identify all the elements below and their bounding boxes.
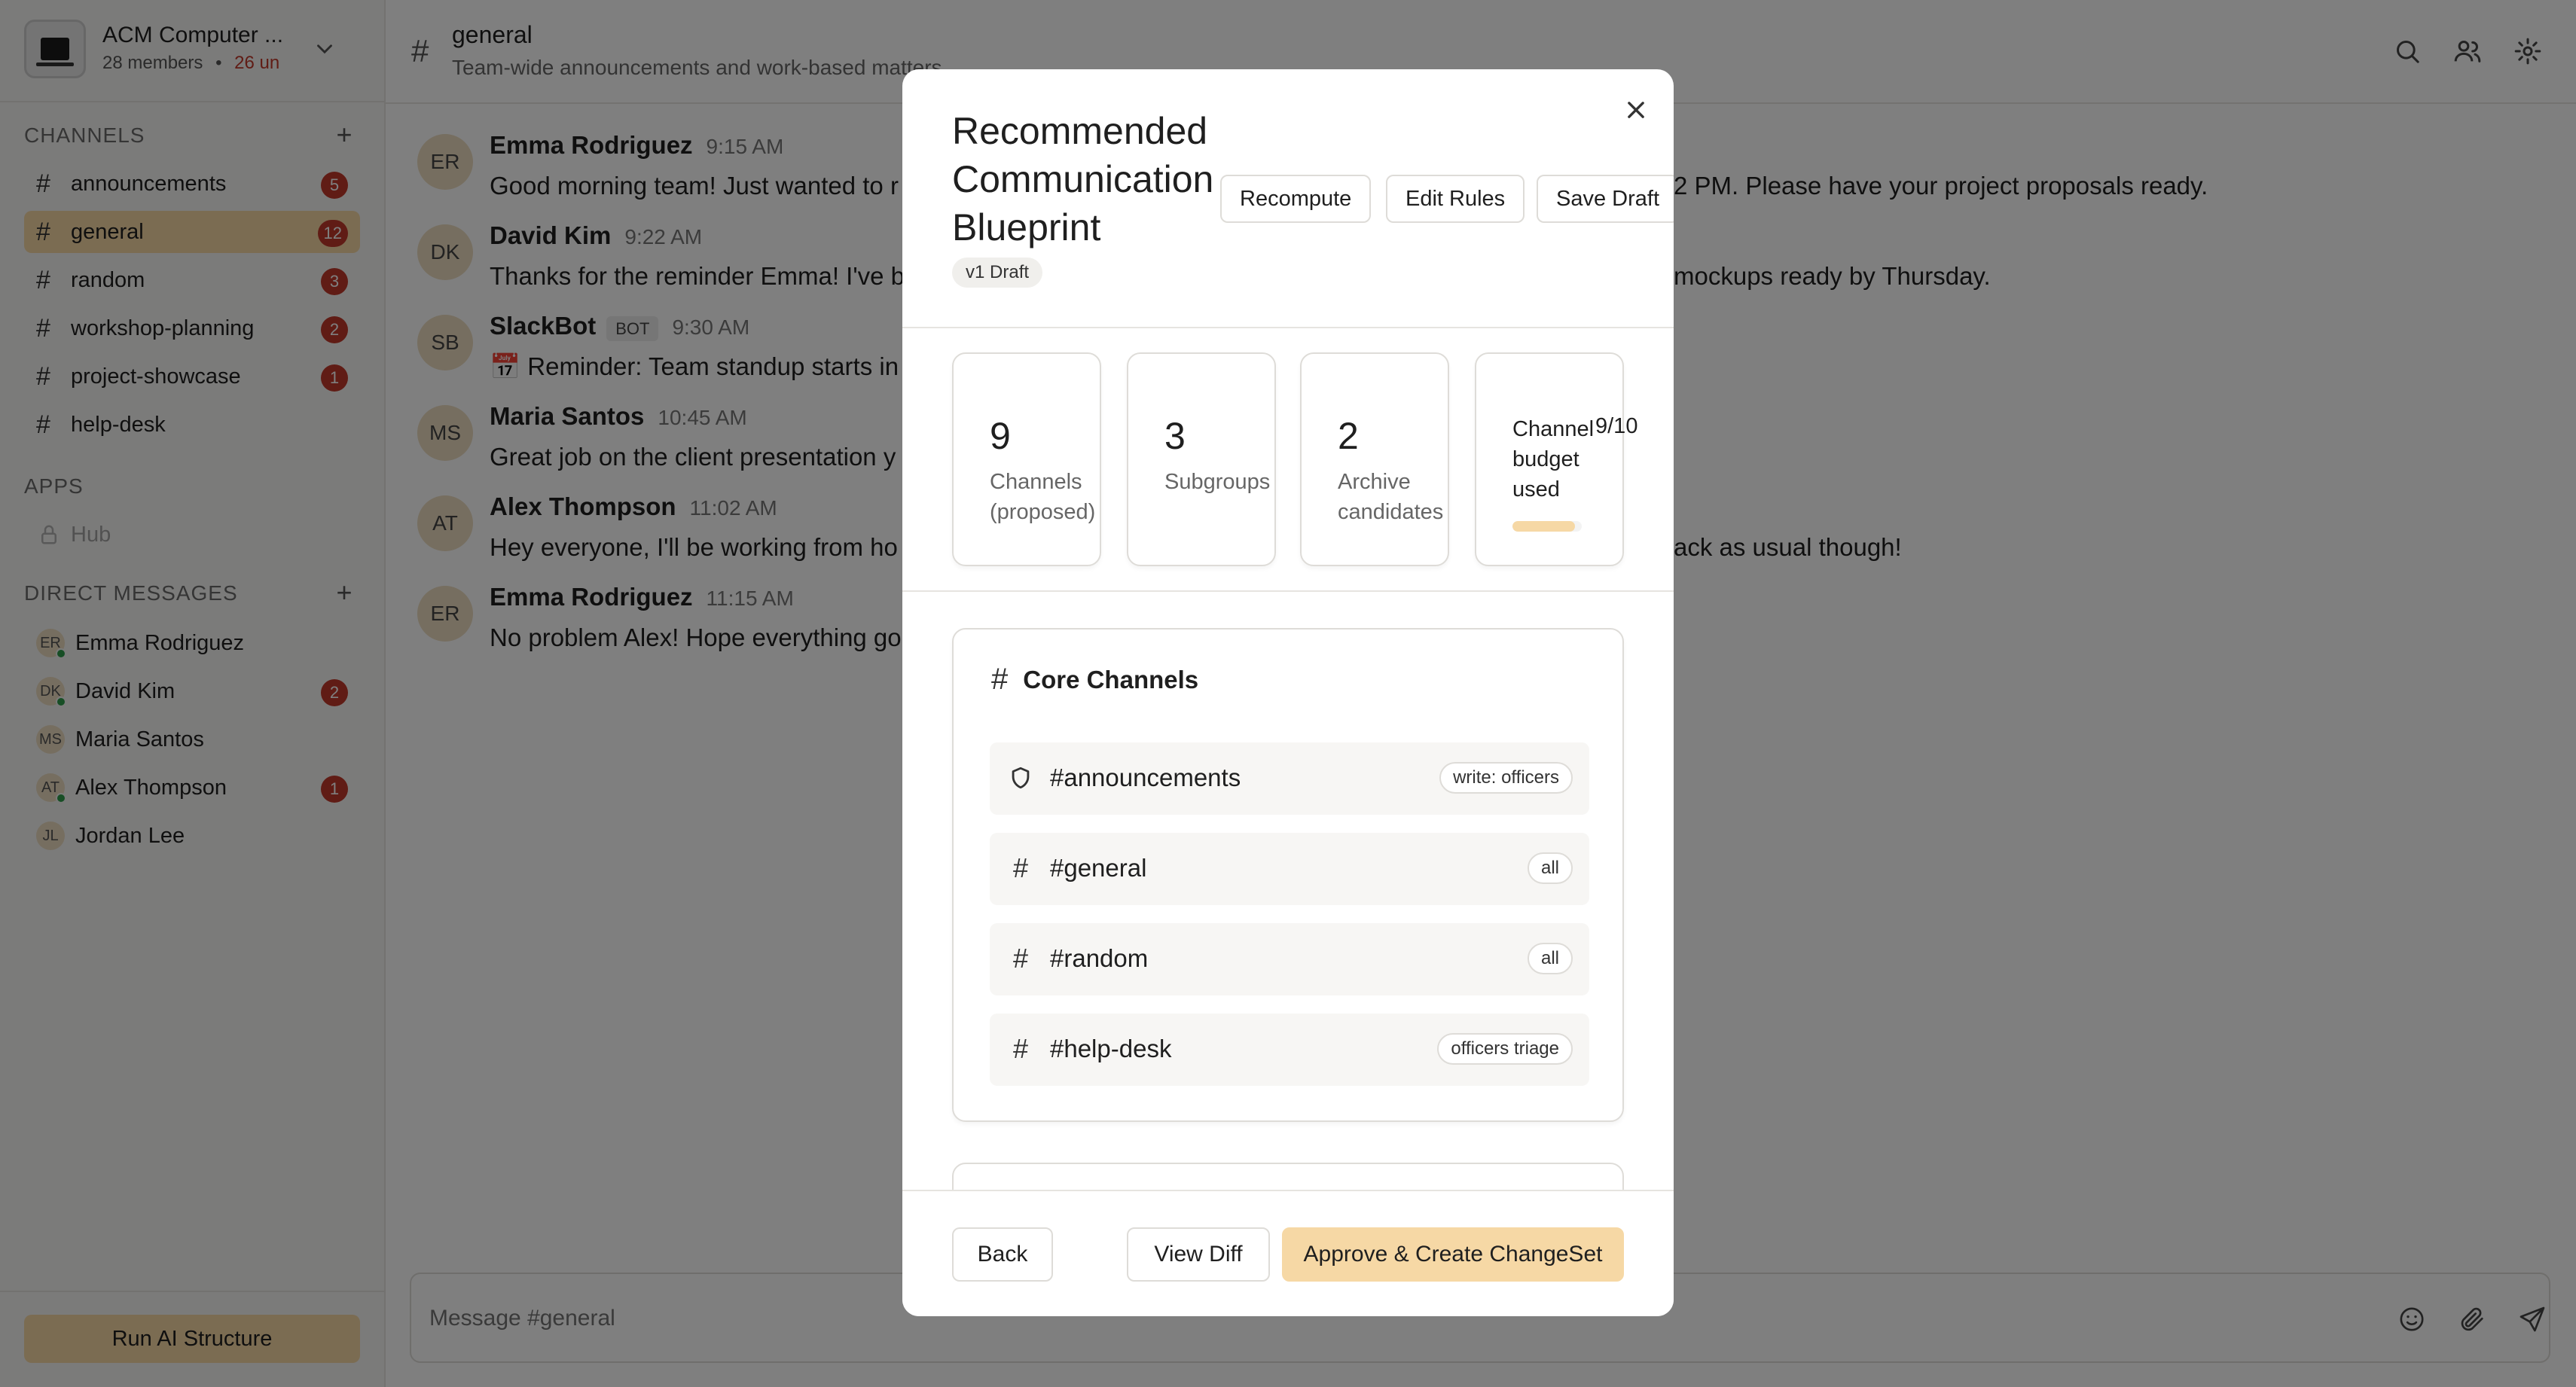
stat-value: 9 [990, 415, 1011, 457]
modal-divider [902, 590, 1674, 592]
budget-label: Channel budget used [1512, 417, 1595, 501]
core-channels-title: Core Channels [1023, 665, 1199, 694]
stat-label: Subgroups [1164, 470, 1271, 494]
hash-icon: # [991, 663, 1009, 696]
budget-progress-bar [1512, 521, 1582, 532]
shield-icon [1012, 767, 1030, 789]
stat-label: Archive candidates [1338, 470, 1444, 524]
permission-badge: write: officers [1439, 762, 1573, 794]
permission-badge: all [1527, 852, 1573, 884]
modal-title: Recommended Communication Blueprint [952, 110, 1214, 248]
save-draft-button[interactable]: Save Draft [1537, 175, 1674, 223]
view-diff-button[interactable]: View Diff [1127, 1227, 1270, 1282]
recompute-button[interactable]: Recompute [1220, 175, 1372, 223]
edit-rules-button[interactable]: Edit Rules [1386, 175, 1525, 223]
core-channel-row[interactable]: # #general all [990, 833, 1589, 905]
close-icon[interactable] [1619, 93, 1653, 127]
permission-badge: officers triage [1437, 1033, 1573, 1065]
app-root: ACM Computer ... 28 members • 26 un CHAN… [0, 0, 2576, 1387]
back-button[interactable]: Back [952, 1227, 1053, 1282]
budget-progress-fill [1512, 521, 1575, 532]
hash-icon: # [1012, 1033, 1029, 1064]
approve-create-changeset-button[interactable]: Approve & Create ChangeSet [1282, 1227, 1624, 1282]
stat-card-budget: Channel budget used 9/10 [1475, 352, 1637, 566]
stat-card-subgroups: 3 Subgroups [1127, 352, 1276, 566]
blueprint-modal: Recommended Communication Blueprint v1 D… [902, 69, 1674, 1316]
stat-value: 2 [1338, 415, 1359, 457]
core-channel-name: #announcements [1050, 764, 1241, 791]
hash-icon: # [1012, 943, 1029, 974]
core-channel-name: #random [1050, 944, 1149, 972]
modal-divider [902, 327, 1674, 328]
stat-card-archive: 2 Archive candidates [1300, 352, 1449, 566]
core-channels-heading: # Core Channels [991, 663, 1198, 697]
core-channel-name: #help-desk [1050, 1035, 1172, 1062]
core-channel-row[interactable]: #announcements write: officers [990, 742, 1589, 815]
stat-value: 3 [1164, 415, 1186, 457]
stat-card-channels: 9 Channels (proposed) [952, 352, 1101, 566]
core-channel-row[interactable]: # #random all [990, 923, 1589, 995]
core-channel-row[interactable]: # #help-desk officers triage [990, 1014, 1589, 1086]
core-channels-card: # Core Channels #announcements write: off… [952, 628, 1624, 1122]
version-badge: v1 Draft [952, 258, 1043, 288]
stat-label: Channels (proposed) [990, 470, 1096, 524]
modal-footer-divider [902, 1190, 1674, 1191]
permission-badge: all [1527, 943, 1573, 974]
hash-icon: # [1012, 852, 1029, 883]
budget-value: 9/10 [1595, 414, 1638, 438]
core-channel-name: #general [1050, 854, 1147, 882]
